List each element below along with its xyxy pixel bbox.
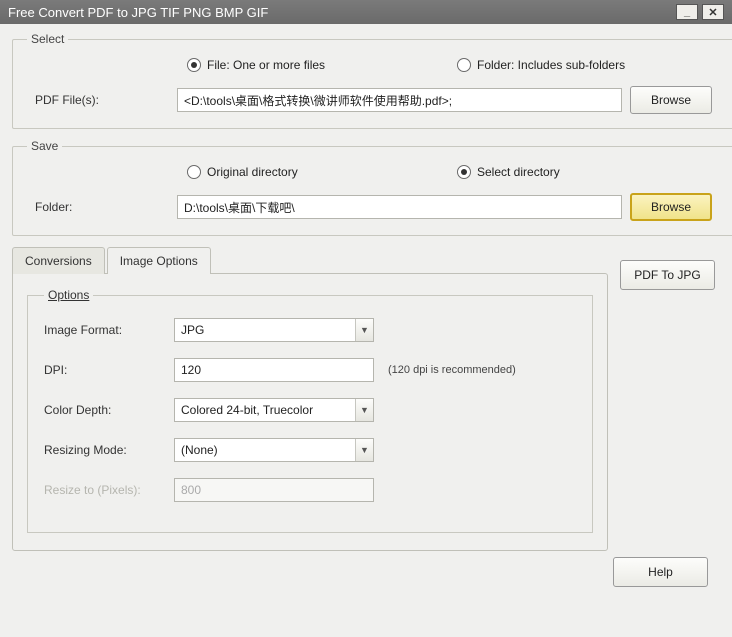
- radio-file-mode[interactable]: File: One or more files: [187, 58, 457, 72]
- save-legend: Save: [27, 139, 62, 153]
- radio-dot-icon: [187, 165, 201, 179]
- save-group: Save Original directory Select directory…: [12, 139, 732, 236]
- resize-pixels-label: Resize to (Pixels):: [44, 483, 174, 497]
- convert-button[interactable]: PDF To JPG: [620, 260, 715, 290]
- resizing-mode-select[interactable]: ▼: [174, 438, 374, 462]
- tab-image-options[interactable]: Image Options: [107, 247, 211, 274]
- tab-conversions[interactable]: Conversions: [12, 247, 105, 274]
- color-depth-select[interactable]: ▼: [174, 398, 374, 422]
- radio-select-dir[interactable]: Select directory: [457, 165, 727, 179]
- pdf-files-label: PDF File(s):: [27, 93, 177, 107]
- browse-folder-button[interactable]: Browse: [630, 193, 712, 221]
- close-button[interactable]: ✕: [702, 4, 724, 20]
- options-legend: Options: [44, 288, 93, 302]
- browse-files-button[interactable]: Browse: [630, 86, 712, 114]
- minimize-button[interactable]: _: [676, 4, 698, 20]
- tabstrip: Conversions Image Options: [12, 247, 608, 274]
- chevron-down-icon[interactable]: ▼: [355, 319, 373, 341]
- radio-dot-icon: [457, 165, 471, 179]
- dpi-input[interactable]: [174, 358, 374, 382]
- radio-folder-mode[interactable]: Folder: Includes sub-folders: [457, 58, 727, 72]
- image-format-label: Image Format:: [44, 323, 174, 337]
- window-title: Free Convert PDF to JPG TIF PNG BMP GIF: [8, 5, 268, 20]
- radio-dot-icon: [187, 58, 201, 72]
- dpi-hint: (120 dpi is recommended): [388, 364, 516, 376]
- color-depth-label: Color Depth:: [44, 403, 174, 417]
- resize-pixels-input: [174, 478, 374, 502]
- select-group: Select File: One or more files Folder: I…: [12, 32, 732, 129]
- resizing-mode-label: Resizing Mode:: [44, 443, 174, 457]
- image-format-select[interactable]: ▼: [174, 318, 374, 342]
- chevron-down-icon[interactable]: ▼: [355, 439, 373, 461]
- tab-panel: Options Image Format: ▼ DPI: (120 dpi is…: [12, 273, 608, 551]
- chevron-down-icon[interactable]: ▼: [355, 399, 373, 421]
- folder-input[interactable]: [177, 195, 622, 219]
- radio-original-dir[interactable]: Original directory: [187, 165, 457, 179]
- pdf-files-input[interactable]: [177, 88, 622, 112]
- select-legend: Select: [27, 32, 68, 46]
- help-button[interactable]: Help: [613, 557, 708, 587]
- folder-label: Folder:: [27, 200, 177, 214]
- options-group: Options Image Format: ▼ DPI: (120 dpi is…: [27, 288, 593, 533]
- dpi-label: DPI:: [44, 363, 174, 377]
- titlebar: Free Convert PDF to JPG TIF PNG BMP GIF …: [0, 0, 732, 24]
- radio-dot-icon: [457, 58, 471, 72]
